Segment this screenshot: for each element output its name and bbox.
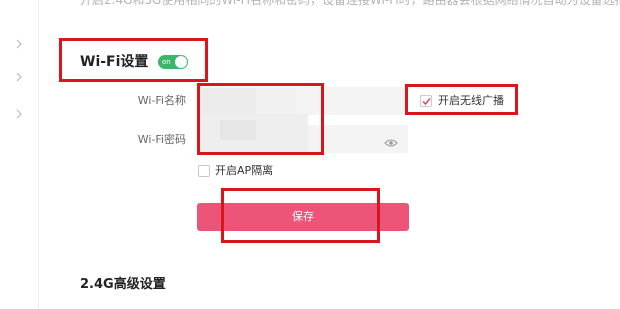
advanced-settings-title: 2.4G高级设置: [80, 277, 166, 292]
toggle-knob: [175, 56, 187, 68]
wifi-settings-title: Wi-Fi设置: [80, 54, 149, 70]
password-label: Wi-Fi密码: [137, 133, 186, 146]
broadcast-label: 开启无线广播: [438, 94, 504, 107]
broadcast-checkbox[interactable]: [420, 95, 432, 107]
redacted-area: [220, 120, 256, 140]
sidebar: [0, 0, 39, 309]
ssid-label: Wi-Fi名称: [137, 94, 186, 107]
wifi-toggle[interactable]: on: [158, 55, 188, 69]
section-description: 开启2.4G和5G使用相同的Wi-Fi名称和密码，设备连接Wi-Fi时，路由器会…: [80, 0, 620, 7]
toggle-state-text: on: [162, 58, 171, 66]
redacted-area: [256, 88, 296, 114]
ap-isolation-checkbox[interactable]: [198, 165, 210, 177]
redacted-area: [198, 88, 256, 114]
eye-icon[interactable]: [384, 133, 398, 147]
chevron-right-icon[interactable]: [15, 38, 23, 50]
ap-isolation-label: 开启AP隔离: [215, 164, 274, 177]
chevron-right-icon[interactable]: [15, 108, 23, 120]
save-button[interactable]: 保存: [197, 203, 409, 231]
chevron-right-icon[interactable]: [15, 71, 23, 83]
